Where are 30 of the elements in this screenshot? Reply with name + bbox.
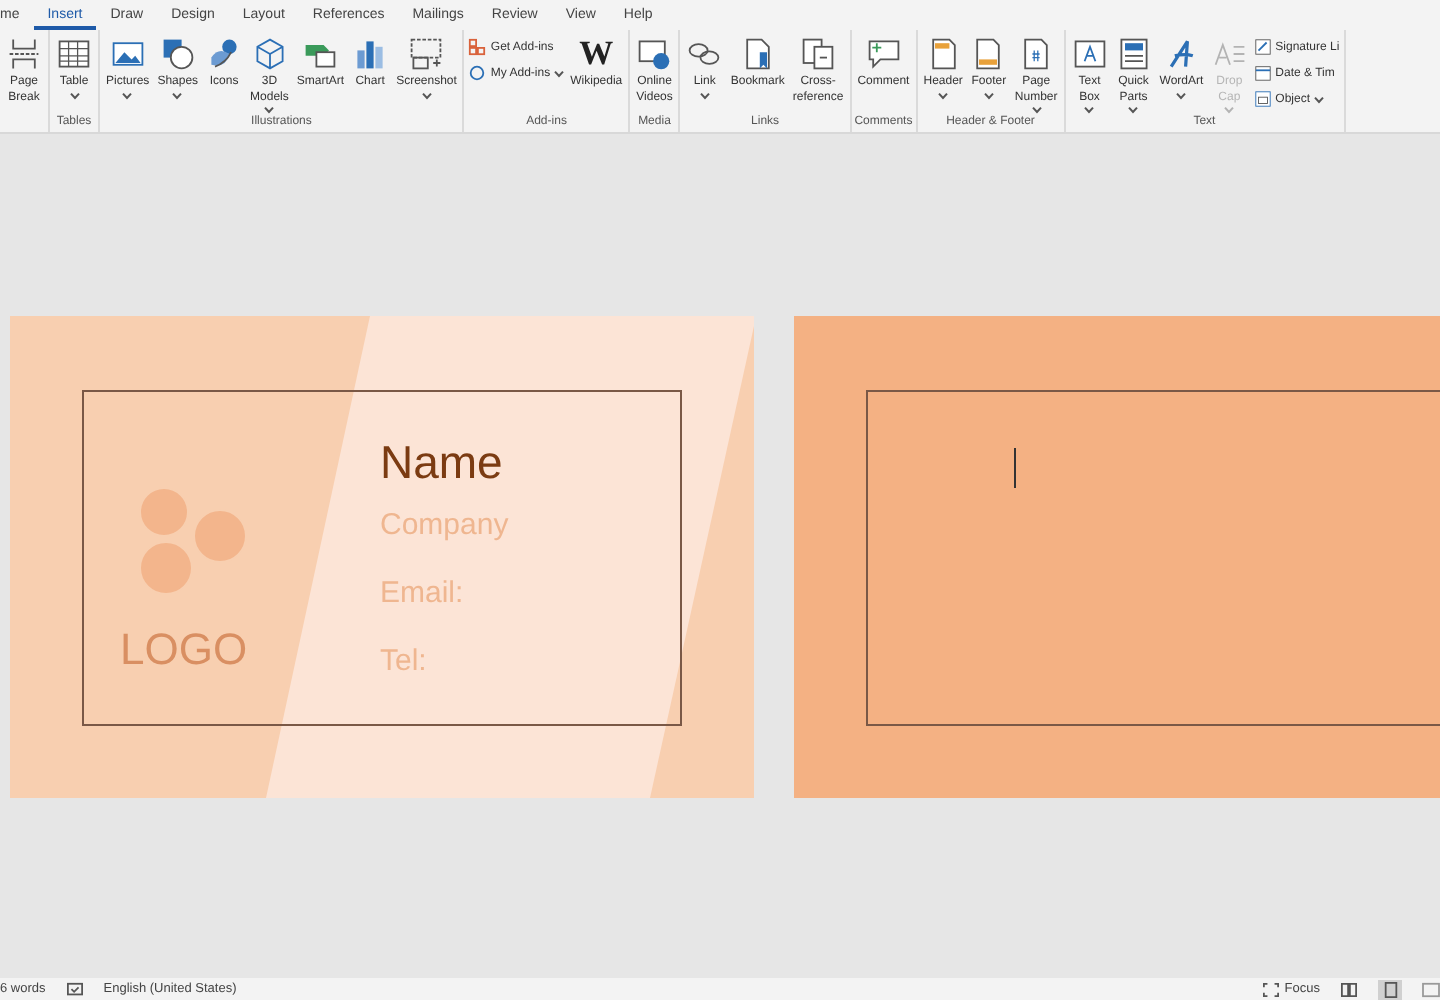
proofing-icon[interactable] [65, 981, 84, 997]
text-box-icon [1071, 36, 1108, 72]
object-icon [1253, 90, 1272, 108]
bar-chart-icon [352, 36, 389, 72]
logo-text: LOGO [120, 624, 248, 676]
email-label: Email: [380, 576, 464, 610]
grid-plus-icon [468, 38, 487, 56]
focus-icon [1262, 981, 1281, 997]
signature-line-icon [1253, 38, 1272, 56]
read-mode-icon[interactable] [1340, 981, 1358, 997]
page-icon [1381, 981, 1399, 997]
comment-icon [865, 36, 902, 72]
web-layout-icon[interactable] [1422, 981, 1440, 997]
page-break-icon [6, 36, 42, 72]
picture-icon [109, 36, 146, 72]
screenshot-icon [408, 36, 445, 72]
tel-label: Tel: [380, 644, 427, 678]
leaf-bird-icon [206, 36, 243, 72]
company-text: Company [380, 508, 509, 542]
print-layout-button[interactable] [1378, 979, 1402, 999]
shapes-icon [159, 36, 196, 72]
table-icon [56, 36, 92, 72]
wikipedia-logo-icon: W [579, 36, 614, 72]
calendar-icon [1253, 64, 1272, 82]
ring-icon [468, 64, 487, 82]
cross-reference-icon [800, 36, 837, 72]
cube-icon [251, 36, 288, 72]
online-video-icon [636, 36, 673, 72]
quick-parts-icon [1115, 36, 1152, 72]
name-text: Name [380, 436, 503, 490]
